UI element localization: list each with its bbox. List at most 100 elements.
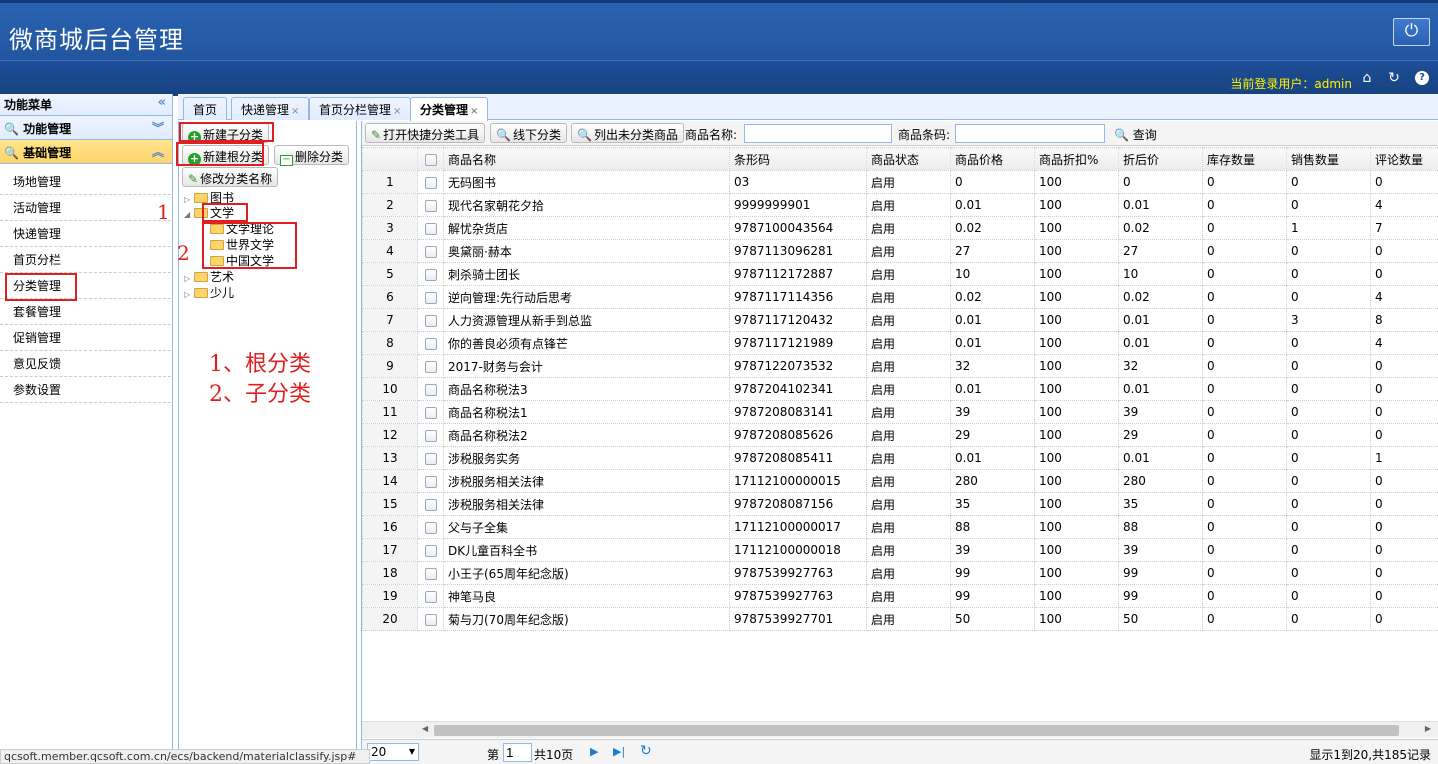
row-checkbox[interactable] [417,308,444,332]
select-all-checkbox[interactable] [417,147,444,171]
sidebar-item-promotion[interactable]: 促销管理 [0,325,171,351]
close-icon[interactable]: × [470,106,478,117]
list-unclassified-button[interactable]: 🔍 列出未分类商品 [571,123,684,143]
tab-home-column[interactable]: 首页分栏管理 × [309,97,412,120]
column-header[interactable]: 销售数量 [1286,147,1371,171]
horizontal-scrollbar[interactable]: ◀ ▶ [362,721,1438,738]
row-checkbox[interactable] [417,400,444,424]
tab-home[interactable]: 首页 [183,97,228,120]
row-checkbox[interactable] [417,492,444,516]
table-row[interactable]: 20 菊与刀(70周年纪念版) 9787539927701 启用 50 100 50 0 0 0 [362,607,1438,631]
sidebar-item-venue[interactable]: 场地管理 [0,169,171,195]
column-header[interactable]: 折后价 [1118,147,1203,171]
sidebar-item-package[interactable]: 套餐管理 [0,299,171,325]
table-row[interactable]: 19 神笔马良 9787539927763 启用 99 100 99 0 0 0 [362,584,1438,608]
final-price-cell: 0.01 [1118,193,1203,217]
table-row[interactable]: 10 商品名称税法3 9787204102341 启用 0.01 100 0.01 0 0 0 [362,377,1438,401]
tab-category[interactable]: 分类管理 × [410,97,489,121]
tab-express[interactable]: 快递管理 × [231,97,310,120]
table-row[interactable]: 1 无码图书 03 启用 0 100 0 0 0 0 [362,170,1438,194]
table-row[interactable]: 12 商品名称税法2 9787208085626 启用 29 100 29 0 0 0 [362,423,1438,447]
table-row[interactable]: 6 逆向管理:先行动后思考 9787117114356 启用 0.02 100 0.02 0 0… [362,285,1438,309]
column-header[interactable]: 商品状态 [866,147,951,171]
chevron-up-icon: ︽ [151,145,164,159]
table-row[interactable]: 15 涉税服务相关法律 9787208087156 启用 35 100 35 0 0 0 [362,492,1438,516]
table-row[interactable]: 16 父与子全集 17112100000017 启用 88 100 88 0 0 0 [362,515,1438,539]
row-checkbox[interactable] [417,216,444,240]
table-row[interactable]: 8 你的善良必须有点锋芒 9787117121989 启用 0.01 100 0.01 0 0 4 [362,331,1438,355]
row-checkbox[interactable] [417,331,444,355]
page-number-input[interactable] [503,743,532,762]
row-checkbox[interactable] [417,561,444,585]
close-icon[interactable]: × [291,106,299,117]
help-icon[interactable]: ? [1415,71,1429,85]
column-header[interactable]: 商品名称 [443,147,730,171]
collapse-sidebar-icon[interactable]: « [158,95,166,110]
collapse-icon[interactable]: ◢ [184,207,194,223]
row-checkbox[interactable] [417,469,444,493]
table-row[interactable]: 9 2017-财务与会计 9787122073532 启用 32 100 32 0 0 0 [362,354,1438,378]
discount-cell: 100 [1034,331,1119,355]
product-name-input[interactable] [744,124,892,143]
scroll-right-icon[interactable]: ▶ [1425,724,1431,733]
sidebar-item-settings[interactable]: 参数设置 [0,377,171,403]
row-checkbox[interactable] [417,262,444,286]
rename-category-button[interactable]: ✎ 修改分类名称 [182,167,279,187]
table-row[interactable]: 13 涉税服务实务 9787208085411 启用 0.01 100 0.01 0 0 1 [362,446,1438,470]
last-page-icon[interactable]: ▶| [613,745,625,758]
row-checkbox[interactable] [417,515,444,539]
sidebar-item-activity[interactable]: 活动管理 [0,195,171,221]
button-label: 打开快捷分类工具 [383,128,480,142]
sidebar-item-home-column[interactable]: 首页分栏 [0,247,171,273]
row-checkbox[interactable] [417,538,444,562]
product-name-cell: 现代名家朝花夕拾 [443,193,730,217]
product-code-input[interactable] [955,124,1105,143]
expand-icon[interactable]: ▷ [184,287,194,303]
reload-icon[interactable]: ↻ [640,743,652,759]
row-checkbox[interactable] [417,239,444,263]
sidebar-section-basic[interactable]: 🔍 基础管理 ︽ [0,140,172,164]
row-checkbox[interactable] [417,446,444,470]
table-row[interactable]: 3 解忧杂货店 9787100043564 启用 0.02 100 0.02 0 1 7 [362,216,1438,240]
table-row[interactable]: 18 小王子(65周年纪念版) 9787539927763 启用 99 100 99 0 0 0 [362,561,1438,585]
sidebar-item-express[interactable]: 快递管理 [0,221,171,247]
table-row[interactable]: 2 现代名家朝花夕拾 9999999901 启用 0.01 100 0.01 0 0 4 [362,193,1438,217]
scroll-left-icon[interactable]: ◀ [422,724,428,733]
sidebar-item-feedback[interactable]: 意见反馈 [0,351,171,377]
row-checkbox[interactable] [417,584,444,608]
column-header[interactable]: 评论数量 [1370,147,1438,171]
tree-node-art[interactable]: ▷ 艺术 [184,269,234,285]
table-row[interactable]: 4 奥黛丽·赫本 9787113096281 启用 27 100 27 0 0 0 [362,239,1438,263]
row-checkbox[interactable] [417,607,444,631]
column-header[interactable]: 库存数量 [1202,147,1287,171]
close-icon[interactable]: × [393,106,401,117]
row-checkbox[interactable] [417,354,444,378]
page-size-select[interactable]: 20 ▼ [367,743,419,761]
delete-category-button[interactable]: − 删除分类 [274,145,350,166]
offline-classify-button[interactable]: 🔍 线下分类 [490,123,567,143]
row-checkbox[interactable] [417,193,444,217]
next-page-icon[interactable]: ▶ [590,745,598,758]
row-checkbox[interactable] [417,170,444,194]
column-header[interactable]: 商品价格 [950,147,1035,171]
table-row[interactable]: 7 人力资源管理从新手到总监 9787117120432 启用 0.01 100 0.01 0… [362,308,1438,332]
home-icon[interactable]: ⌂ [1359,70,1375,86]
table-row[interactable]: 14 涉税服务相关法律 17112100000015 启用 280 100 280 0 0 0 [362,469,1438,493]
row-checkbox[interactable] [417,423,444,447]
page-total-label: 共10页 [534,748,574,762]
row-checkbox[interactable] [417,285,444,309]
power-icon[interactable]: ⏻ [1393,18,1430,46]
table-row[interactable]: 17 DK儿童百科全书 17112100000018 启用 39 100 39 0 0 0 [362,538,1438,562]
query-button[interactable]: 🔍 查询 [1114,126,1157,143]
table-row[interactable]: 11 商品名称税法1 9787208083141 启用 39 100 39 0 0 0 [362,400,1438,424]
sidebar-section-function[interactable]: 🔍 功能管理 ︾ [0,116,172,140]
row-checkbox[interactable] [417,377,444,401]
refresh-icon[interactable]: ↻ [1386,70,1402,86]
scrollbar-thumb[interactable] [434,725,1399,736]
column-header[interactable]: 条形码 [729,147,867,171]
column-header[interactable]: 商品折扣% [1034,147,1119,171]
tree-node-children[interactable]: ▷ 少儿 [184,285,234,301]
table-row[interactable]: 5 刺杀骑士团长 9787112172887 启用 10 100 10 0 0 0 [362,262,1438,286]
open-quick-classify-button[interactable]: ✎ 打开快捷分类工具 [365,123,486,143]
highlight-box [179,122,274,142]
